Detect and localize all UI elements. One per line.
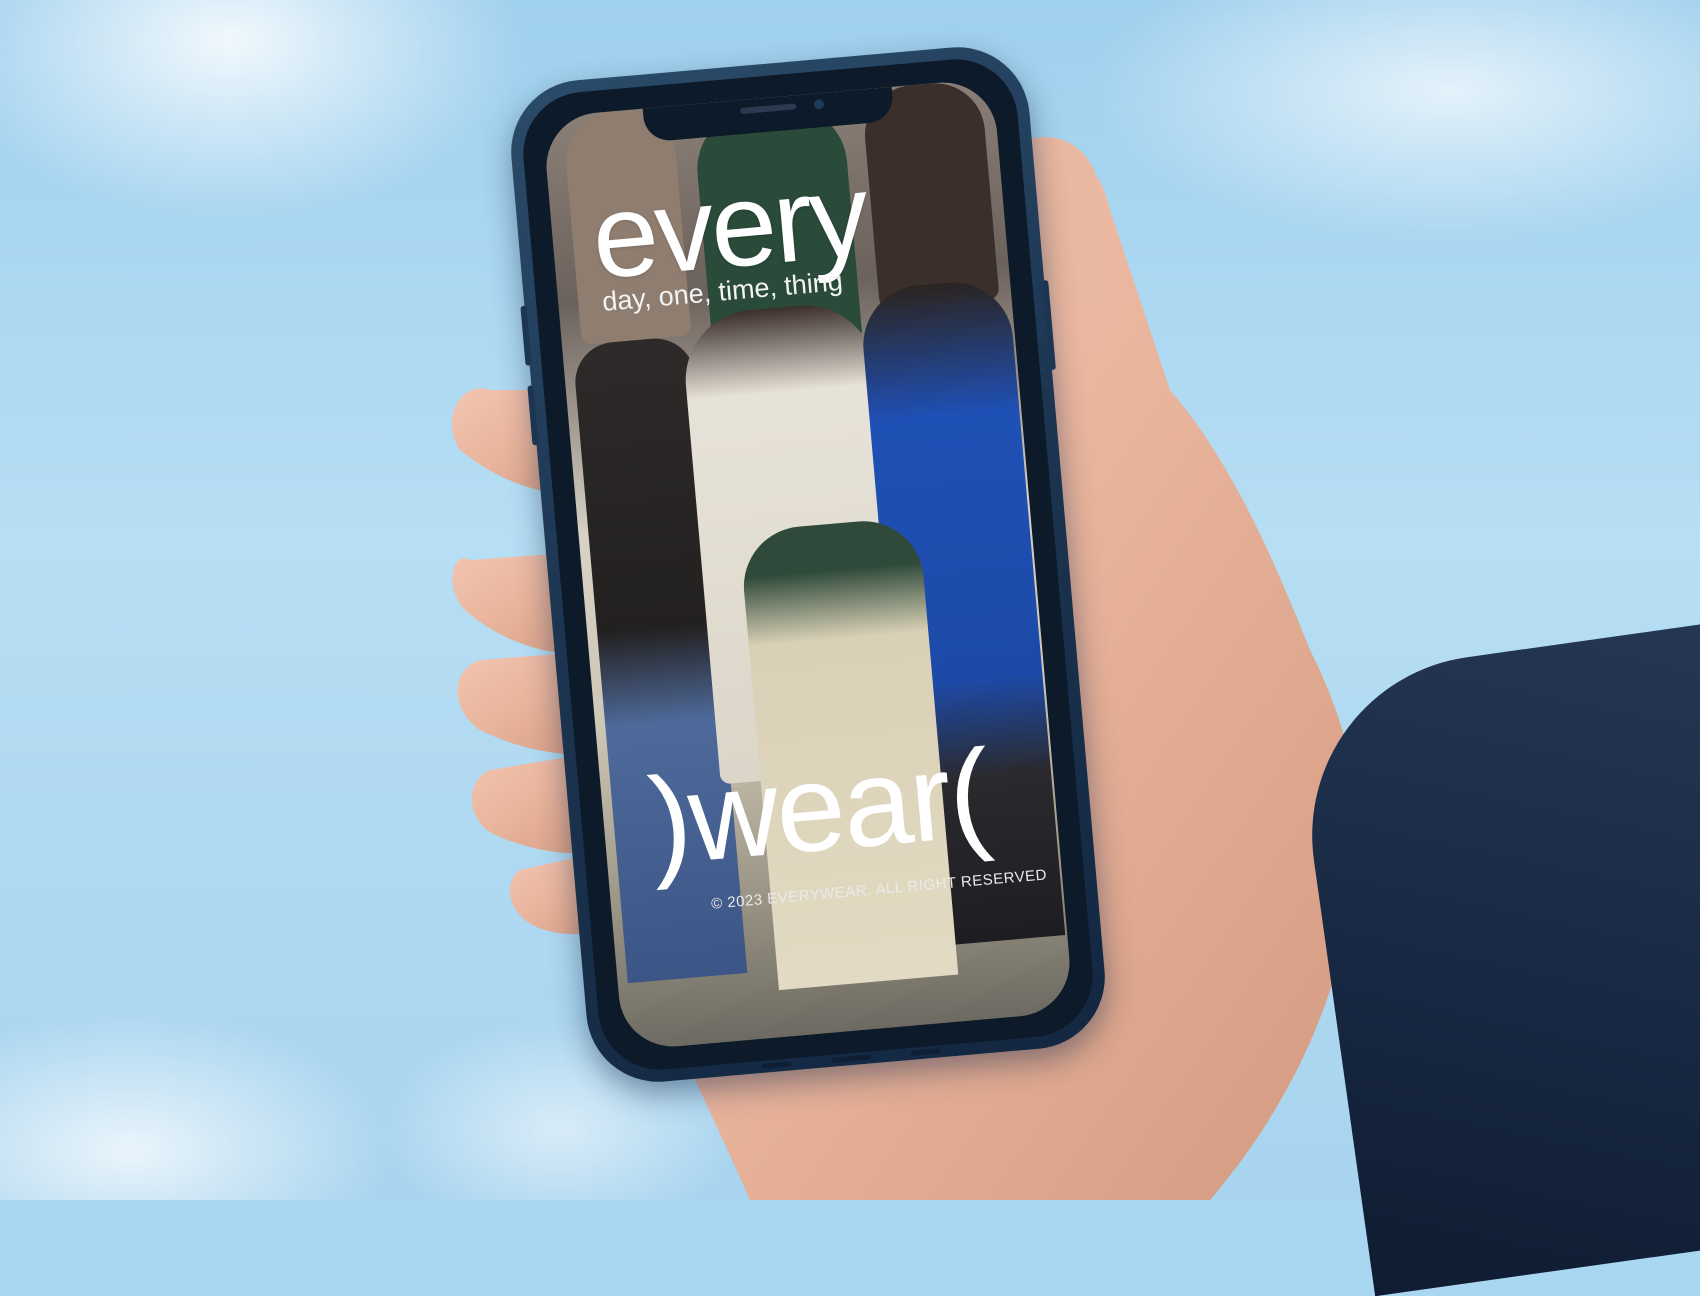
speaker-grille-bottom-left [761, 1061, 792, 1069]
charging-port [831, 1054, 872, 1063]
brand-wordmark-wear: )wear( [643, 724, 994, 892]
phone-bezel: every day, one, time, thing )wear( © 202… [518, 54, 1098, 1075]
phone-screen: every day, one, time, thing )wear( © 202… [542, 78, 1074, 1051]
front-camera-icon [813, 98, 825, 110]
smartphone: every day, one, time, thing )wear( © 202… [505, 41, 1111, 1088]
speaker-grille-bottom-right [910, 1048, 942, 1056]
speaker-grille [739, 103, 797, 115]
